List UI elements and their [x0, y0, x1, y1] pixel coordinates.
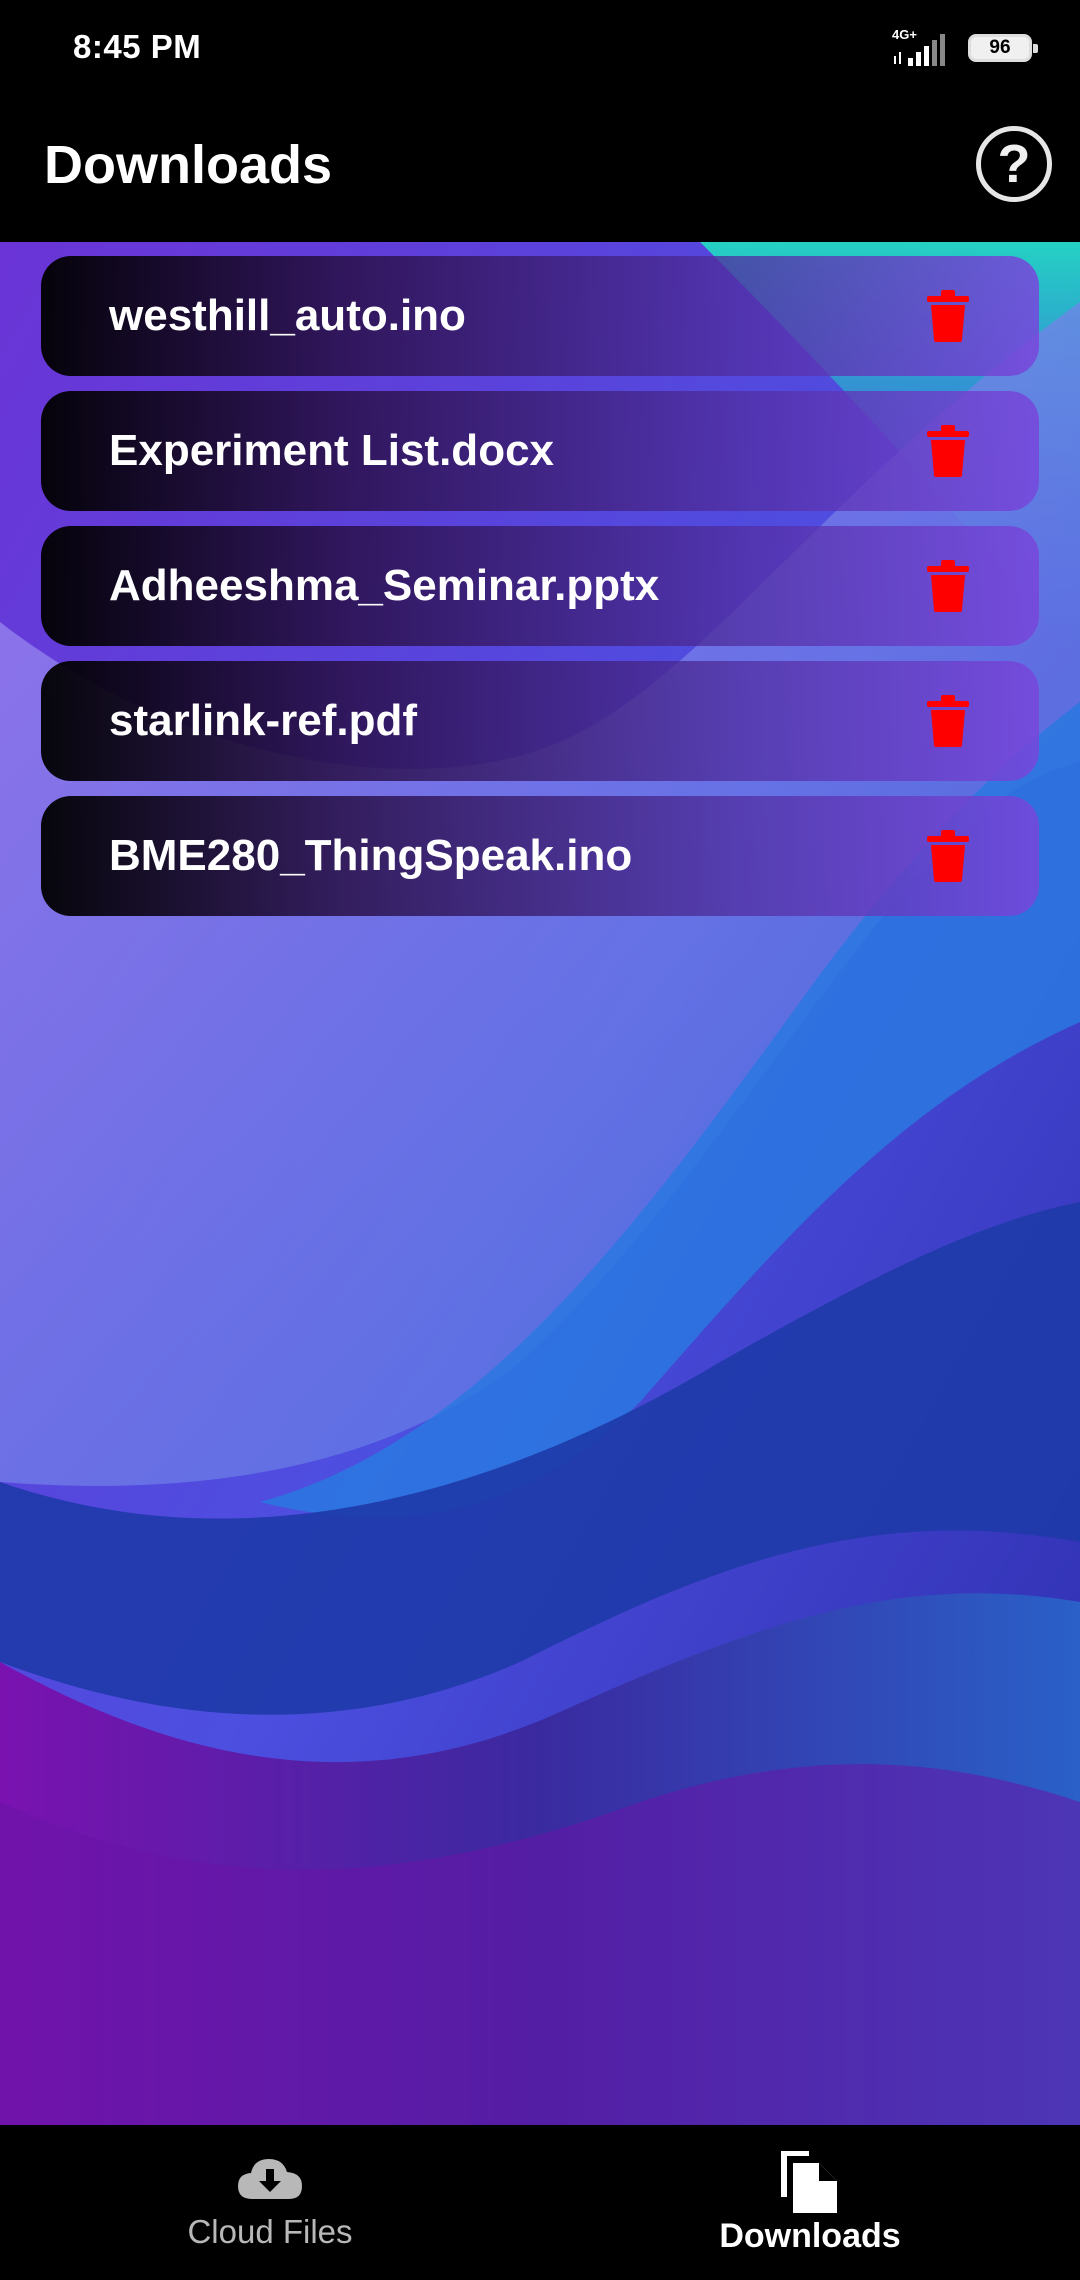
file-item[interactable]: Adheeshma_Seminar.pptx: [41, 526, 1039, 646]
file-name: BME280_ThingSpeak.ino: [109, 831, 633, 880]
help-icon[interactable]: ?: [976, 126, 1052, 202]
battery-level: 96: [989, 37, 1011, 58]
file-item[interactable]: westhill_auto.ino: [41, 256, 1039, 376]
file-name: starlink-ref.pdf: [109, 696, 418, 745]
trash-icon[interactable]: [927, 560, 969, 612]
status-time: 8:45 PM: [73, 28, 202, 65]
trash-icon[interactable]: [927, 290, 969, 342]
page-title: Downloads: [44, 135, 333, 195]
status-icons: 4G+ 96: [892, 28, 1038, 68]
battery-icon: 96: [968, 34, 1038, 62]
file-name: Adheeshma_Seminar.pptx: [109, 561, 660, 610]
content-area: westhill_auto.ino Experiment List.docx A…: [0, 242, 1080, 2125]
file-name: westhill_auto.ino: [109, 291, 466, 340]
signal-icon: 4G+: [892, 28, 950, 68]
app-bar: Downloads ?: [0, 96, 1080, 242]
nav-label-cloud-files: Cloud Files: [187, 2213, 353, 2250]
file-item[interactable]: BME280_ThingSpeak.ino: [41, 796, 1039, 916]
trash-icon[interactable]: [927, 425, 969, 477]
status-bar: 8:45 PM 4G+ 96: [0, 0, 1080, 96]
trash-icon[interactable]: [927, 830, 969, 882]
nav-label-downloads: Downloads: [719, 2217, 901, 2255]
file-item[interactable]: Experiment List.docx: [41, 391, 1039, 511]
trash-icon[interactable]: [927, 695, 969, 747]
file-name: Experiment List.docx: [109, 426, 555, 475]
cloud-download-icon: [238, 2159, 302, 2199]
files-icon: [781, 2151, 837, 2213]
file-list: westhill_auto.ino Experiment List.docx A…: [41, 256, 1039, 931]
file-item[interactable]: starlink-ref.pdf: [41, 661, 1039, 781]
bottom-nav: Cloud Files Downloads: [0, 2125, 1080, 2280]
nav-item-cloud-files[interactable]: Cloud Files: [0, 2125, 540, 2280]
screen: 8:45 PM 4G+ 96 Downloads ? westhill_auto…: [0, 0, 1080, 2280]
nav-item-downloads[interactable]: Downloads: [540, 2125, 1080, 2280]
